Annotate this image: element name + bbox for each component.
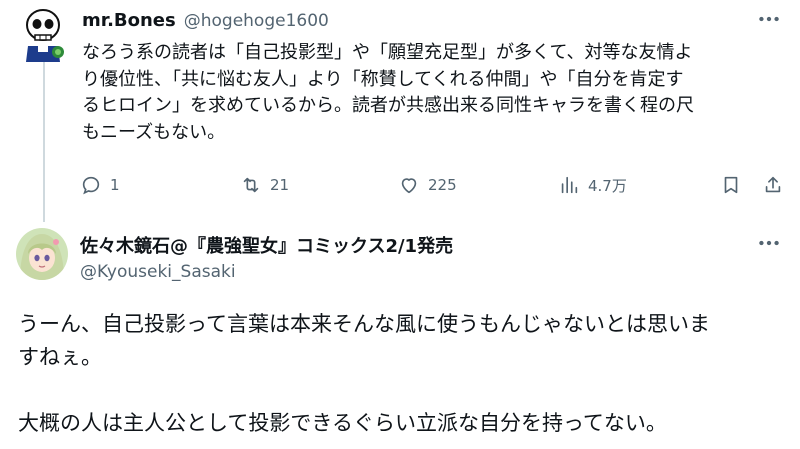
reply-button[interactable]: 1	[80, 174, 120, 196]
share-button[interactable]	[762, 174, 784, 196]
skull-avatar[interactable]	[20, 8, 66, 64]
share-icon	[765, 176, 781, 193]
author-handle[interactable]: @hogehoge1600	[184, 11, 329, 31]
like-button[interactable]: 225	[398, 174, 457, 196]
tweet-text-line: るヒロイン」を求めているから。読者が共感出来る同性キャラを書く程の尺	[82, 95, 694, 116]
views-icon	[561, 176, 578, 194]
bookmark-button[interactable]	[720, 174, 742, 196]
author-name[interactable]: mr.Bones	[82, 10, 176, 31]
author-handle[interactable]: @Kyouseki_Sasaki	[80, 262, 453, 282]
view-count: 4.7万	[588, 176, 627, 195]
author-name[interactable]: 佐々木鏡石@『農強聖女』コミックス2/1発売	[80, 232, 453, 258]
like-icon	[401, 178, 417, 194]
tweet-text-line: り優位性、「共に悩む友人」より「称賛してくれる仲間」や「自分を肯定す	[82, 68, 684, 90]
repost-icon	[243, 177, 259, 193]
bookmark-icon	[724, 176, 738, 194]
views-button[interactable]: 4.7万	[558, 174, 627, 196]
repost-count: 21	[270, 176, 290, 194]
repost-button[interactable]: 21	[240, 174, 289, 196]
tweet-actions-bar: 1 21 225 4.7万	[80, 174, 792, 198]
reply-icon	[82, 176, 100, 195]
tweet-text-line: なろう系の読者は「自己投影型」や「願望充足型」が多くて、対等な友情よ	[82, 42, 693, 63]
tweet-text-line: 大概の人は主人公として投影できるぐらい立派な自分を持ってない。	[18, 411, 667, 435]
like-count: 225	[428, 176, 457, 194]
reply-count: 1	[110, 176, 120, 194]
anime-avatar[interactable]	[16, 228, 68, 280]
tweet-text-line: すねぇ。	[18, 345, 102, 369]
tweet-text-line: うーん、自己投影って言葉は本来そんな風に使うもんじゃないとは思いま	[18, 312, 710, 336]
tweet-text-line: もニーズもない。	[82, 121, 226, 143]
thread-connector-line	[43, 62, 45, 222]
more-icon[interactable]	[756, 230, 782, 261]
tweet-text: うーん、自己投影って言葉は本来そんな風に使うもんじゃないとは思いま すねぇ。 大…	[18, 308, 788, 440]
more-icon[interactable]	[756, 6, 782, 37]
tweet-text: なろう系の読者は「自己投影型」や「願望充足型」が多くて、対等な友情よ り優位性、…	[82, 40, 794, 146]
